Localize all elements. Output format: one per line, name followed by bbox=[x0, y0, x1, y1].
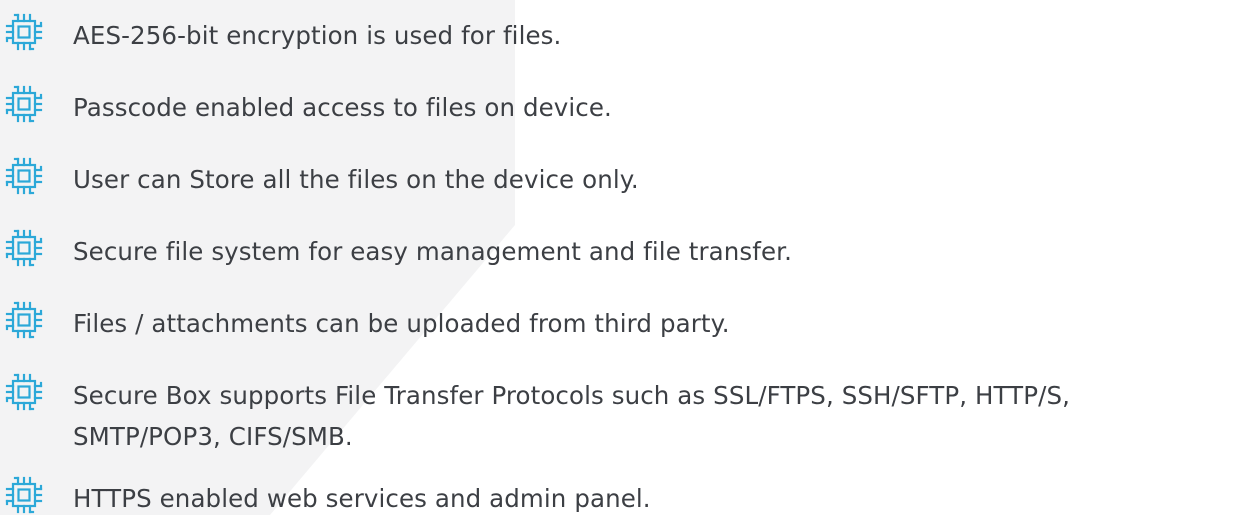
feature-text: Passcode enabled access to files on devi… bbox=[73, 93, 612, 122]
feature-item: Passcode enabled access to files on devi… bbox=[0, 84, 612, 128]
feature-item: HTTPS enabled web services and admin pan… bbox=[0, 475, 651, 519]
cpu-chip-icon bbox=[4, 300, 44, 340]
feature-text: Secure file system for easy management a… bbox=[73, 237, 792, 266]
cpu-chip-icon bbox=[4, 84, 44, 124]
feature-item: AES-256-bit encryption is used for files… bbox=[0, 12, 562, 56]
cpu-chip-icon bbox=[4, 156, 44, 196]
feature-item: Secure file system for easy management a… bbox=[0, 228, 792, 272]
cpu-chip-icon bbox=[4, 228, 44, 268]
feature-item: User can Store all the files on the devi… bbox=[0, 156, 639, 200]
cpu-chip-icon bbox=[4, 475, 44, 515]
feature-text: User can Store all the files on the devi… bbox=[73, 165, 639, 194]
feature-item: Secure Box supports File Transfer Protoc… bbox=[0, 372, 1070, 457]
cpu-chip-icon bbox=[4, 12, 44, 52]
feature-text: HTTPS enabled web services and admin pan… bbox=[73, 484, 651, 513]
feature-text-line: Secure Box supports File Transfer Protoc… bbox=[73, 381, 1071, 410]
cpu-chip-icon bbox=[4, 372, 44, 412]
feature-text: Secure Box supports File Transfer Protoc… bbox=[73, 375, 1070, 457]
feature-text-line: SMTP/POP3, CIFS/SMB. bbox=[73, 422, 353, 451]
feature-text: Files / attachments can be uploaded from… bbox=[73, 309, 730, 338]
feature-text: AES-256-bit encryption is used for files… bbox=[73, 21, 562, 50]
feature-item: Files / attachments can be uploaded from… bbox=[0, 300, 730, 344]
